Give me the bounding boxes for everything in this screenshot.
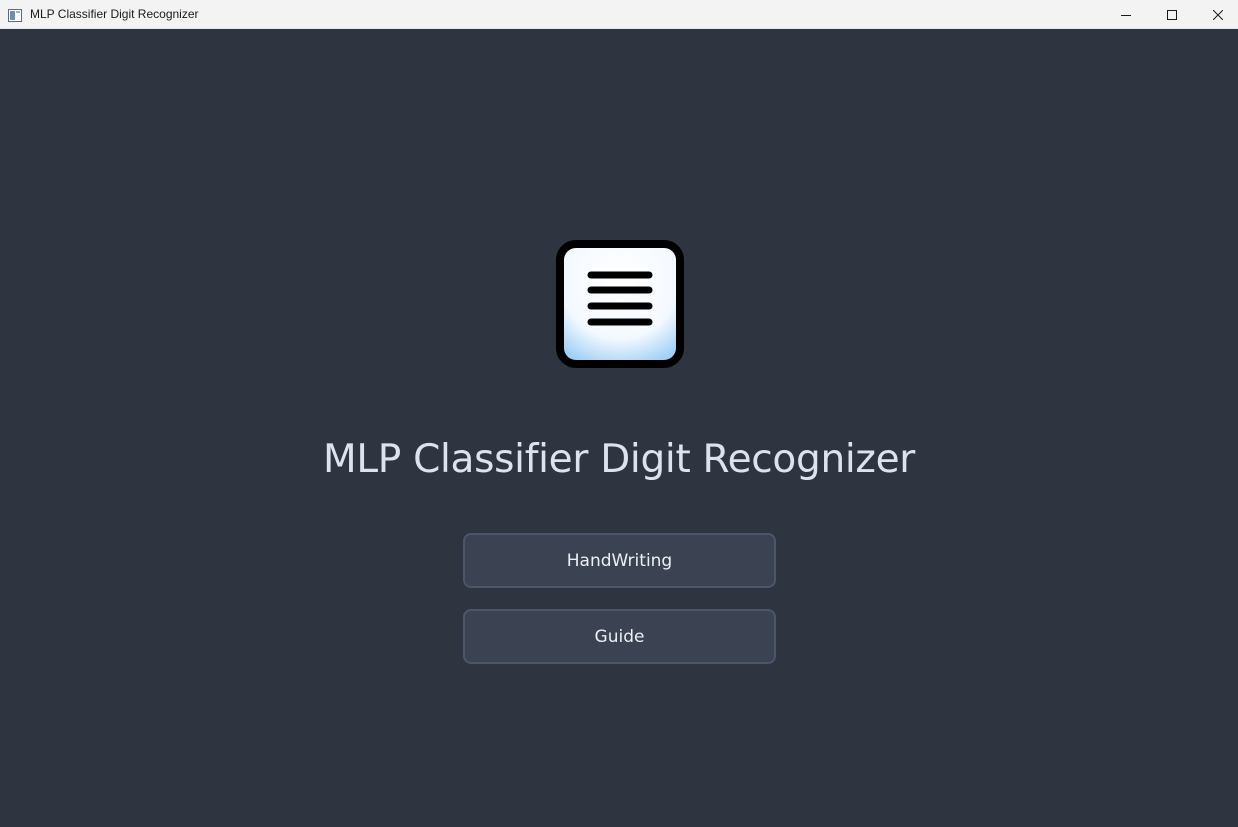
app-window: MLP Classifier Digit Recognizer MLP Clas… bbox=[0, 0, 1238, 827]
guide-button-label: Guide bbox=[594, 626, 645, 647]
title-bar[interactable]: MLP Classifier Digit Recognizer bbox=[0, 0, 1238, 29]
window-title: MLP Classifier Digit Recognizer bbox=[30, 7, 199, 21]
document-lines-icon bbox=[556, 240, 684, 368]
minimize-button[interactable] bbox=[1103, 0, 1149, 29]
guide-button[interactable]: Guide bbox=[463, 609, 776, 664]
handwriting-button-label: HandWriting bbox=[566, 550, 673, 571]
close-button[interactable] bbox=[1195, 0, 1238, 29]
maximize-icon bbox=[1167, 9, 1177, 20]
main-content: MLP Classifier Digit Recognizer HandWrit… bbox=[0, 29, 1238, 827]
minimize-icon bbox=[1121, 10, 1131, 20]
maximize-button[interactable] bbox=[1149, 0, 1195, 29]
page-title: MLP Classifier Digit Recognizer bbox=[322, 437, 916, 482]
handwriting-button[interactable]: HandWriting bbox=[463, 533, 776, 588]
window-app-icon bbox=[8, 7, 22, 22]
close-icon bbox=[1213, 9, 1223, 20]
